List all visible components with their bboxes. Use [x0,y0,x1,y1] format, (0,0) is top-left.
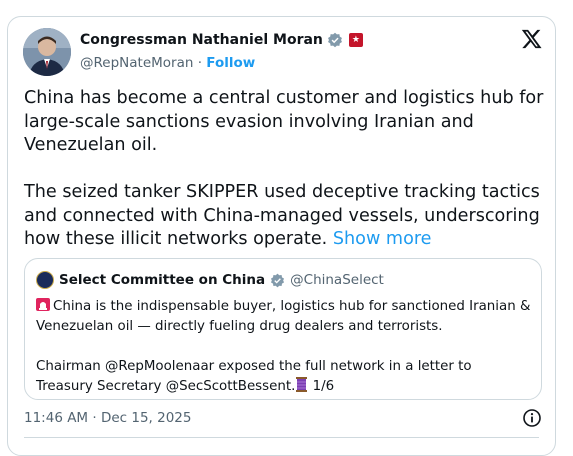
post-card: Congressman Nathaniel Moran ★ @RepNateMo… [7,16,556,456]
avatar-photo-icon [23,28,71,76]
author-name[interactable]: Congressman Nathaniel Moran [80,32,323,48]
x-logo-icon[interactable] [520,28,542,50]
verified-badge-icon[interactable] [327,32,343,48]
quoted-thread-count: 1/6 [308,379,335,394]
author-handle[interactable]: @RepNateMoran [80,55,193,71]
post-body: China has become a central customer and … [24,88,544,249]
footer-divider [24,437,539,438]
quoted-author-handle: @ChinaSelect [290,272,384,288]
quoted-post[interactable]: Select Committee on China @ChinaSelect C… [24,258,542,400]
gold-verified-badge-icon [271,273,285,287]
siren-icon [36,298,50,311]
author-handle-row: @RepNateMoran · Follow [80,55,255,71]
quoted-text: China is the indispensable buyer, logist… [36,297,531,397]
thread-icon [296,377,308,392]
info-icon[interactable] [522,408,542,428]
post-text: China has become a central customer and … [24,87,544,252]
congress-flag-icon: ★ [348,33,363,47]
author-avatar[interactable] [23,28,71,76]
quoted-line-2: Chairman @RepMoolenaar exposed the full … [36,359,476,394]
show-more-link[interactable]: Show more [333,229,432,249]
quoted-line-1: China is the indispensable buyer, logist… [36,299,535,334]
quoted-author-row: Select Committee on China @ChinaSelect [36,271,384,289]
post-timestamp[interactable]: 11:46 AM · Dec 15, 2025 [24,410,191,426]
author-name-row: Congressman Nathaniel Moran ★ [80,32,363,48]
quoted-avatar-icon[interactable] [36,271,54,289]
handle-separator: · [197,55,202,71]
follow-button[interactable]: Follow [206,55,255,71]
quoted-author-name: Select Committee on China [59,272,266,288]
